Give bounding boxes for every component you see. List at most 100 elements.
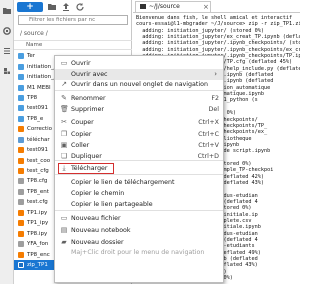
menu-separator bbox=[55, 90, 223, 91]
folder-icon bbox=[18, 115, 24, 122]
notebook-icon bbox=[18, 230, 24, 237]
new-folder-icon: ▰ bbox=[61, 238, 67, 246]
menu-separator bbox=[55, 210, 223, 211]
file-name: TP8.cfg bbox=[27, 178, 48, 185]
notebook-icon bbox=[18, 220, 24, 227]
terminal-line: cours-essai@l1-mbgrader ~/J/source> zip … bbox=[136, 21, 300, 28]
menu-item-label: Renommer bbox=[71, 95, 106, 102]
menu-item-shortcut: Del bbox=[208, 106, 219, 113]
menu-item-shortcut: Ctrl+C bbox=[198, 131, 219, 138]
folder-icon bbox=[18, 84, 24, 91]
menu-item-label: Copier le chemin bbox=[71, 190, 125, 197]
menu-item-label: Nouveau notebook bbox=[71, 227, 131, 234]
copy-icon: ❐ bbox=[60, 130, 68, 138]
folder-icon[interactable] bbox=[3, 7, 11, 15]
menu-item-dupliquer[interactable]: ❏ Dupliquer Ctrl+D bbox=[55, 151, 223, 162]
menu-item-label: Copier le lien de téléchargement bbox=[71, 179, 175, 186]
text-icon bbox=[18, 241, 24, 248]
terminal-tab[interactable]: ~/J/source × bbox=[135, 1, 211, 12]
file-path-icon bbox=[60, 190, 68, 197]
chevron-right-icon: › bbox=[214, 70, 217, 78]
menu-item-copier-le-lien-de-telechargement[interactable]: Copier le lien de téléchargement bbox=[55, 177, 223, 188]
upload-icon[interactable] bbox=[61, 2, 71, 12]
paste-icon: ▣ bbox=[60, 141, 68, 149]
menu-item-renommer[interactable]: ✎ Renommer F2 bbox=[55, 93, 223, 104]
menu-item-label: Maj+Clic droit pour le menu de navigatio… bbox=[71, 249, 205, 256]
link-icon bbox=[60, 179, 68, 186]
text-icon bbox=[18, 178, 24, 185]
file-name: YFA_fon bbox=[27, 241, 49, 248]
refresh-icon[interactable] bbox=[75, 2, 85, 12]
column-header-name[interactable]: Name bbox=[14, 40, 132, 50]
commands-icon[interactable] bbox=[3, 47, 11, 55]
menu-item-shortcut: Ctrl+D bbox=[197, 153, 219, 160]
menu-item-label: Dupliquer bbox=[71, 153, 102, 160]
menu-item-label: Ouvrir bbox=[71, 60, 91, 67]
duplicate-icon: ❏ bbox=[60, 152, 68, 160]
activity-bar bbox=[0, 0, 14, 284]
notebook-icon bbox=[18, 209, 24, 216]
terminal-tab-title: ~/J/source bbox=[149, 3, 180, 10]
new-file-icon: ▭ bbox=[60, 214, 68, 222]
extensions-icon[interactable] bbox=[3, 67, 11, 75]
menu-item-supprimer[interactable]: 🗑 Supprimer Del bbox=[55, 104, 223, 115]
new-folder-icon[interactable] bbox=[47, 2, 57, 12]
web-icon bbox=[18, 136, 24, 143]
folder-icon bbox=[18, 74, 24, 81]
notebook-icon bbox=[18, 126, 24, 133]
menu-item-maj-clic-droit-pour-le-menu-de-navigation: Maj+Clic droit pour le menu de navigatio… bbox=[55, 247, 223, 258]
menu-item-nouveau-notebook[interactable]: ▤ Nouveau notebook bbox=[55, 225, 223, 236]
menu-item-ouvrir[interactable]: ▭ Ouvrir bbox=[55, 58, 223, 69]
menu-item-copier-le-lien-partageable[interactable]: Copier le lien partageable bbox=[55, 199, 223, 210]
close-icon[interactable]: × bbox=[203, 2, 209, 12]
file-name: Correctio bbox=[27, 126, 52, 133]
breadcrumb[interactable]: / source / bbox=[20, 30, 48, 37]
menu-separator bbox=[55, 174, 223, 175]
menu-item-couper[interactable]: ✂ Couper Ctrl+X bbox=[55, 117, 223, 128]
menu-item-shortcut: F2 bbox=[211, 95, 219, 102]
folder-icon bbox=[18, 53, 24, 60]
file-browser-toolbar: + bbox=[14, 0, 132, 13]
menu-item-label: Couper bbox=[71, 119, 94, 126]
file-name: test091 bbox=[27, 147, 49, 154]
zip-icon bbox=[18, 261, 24, 268]
menu-item-label: Ouvrir avec bbox=[71, 71, 108, 78]
menu-item-label: Copier le lien partageable bbox=[71, 201, 153, 208]
menu-item-shortcut: Ctrl+V bbox=[198, 142, 219, 149]
menu-item-label: Nouveau fichier bbox=[71, 215, 121, 222]
menu-item-copier-le-chemin[interactable]: Copier le chemin bbox=[55, 188, 223, 199]
menu-item-label: Copier bbox=[71, 131, 92, 138]
file-name: M1 MEBI bbox=[27, 84, 51, 91]
menu-item-label: Coller bbox=[71, 142, 90, 149]
file-name: test_cfg bbox=[27, 168, 49, 175]
file-name: TP1_ipy bbox=[27, 220, 49, 227]
terminal-line: adding: initiation_jupyter/.ipynb_checkp… bbox=[136, 40, 300, 47]
running-icon[interactable] bbox=[3, 27, 11, 35]
folder-icon bbox=[18, 105, 24, 112]
file-name: téléchar bbox=[27, 136, 50, 143]
file-name: TP8.ipy bbox=[27, 230, 48, 237]
new-launcher-button[interactable]: + bbox=[17, 1, 43, 12]
file-name: TP1.ipy bbox=[27, 209, 48, 216]
file-name: TP8_e bbox=[27, 115, 44, 122]
trash-icon: 🗑 bbox=[60, 105, 69, 113]
menu-item-shortcut: Ctrl+X bbox=[198, 119, 219, 126]
menu-item-telecharger[interactable]: ⤓ Télécharger bbox=[55, 163, 223, 174]
notebook-icon bbox=[18, 157, 24, 164]
notebook-icon bbox=[18, 147, 24, 154]
share-icon bbox=[60, 201, 68, 208]
menu-item-copier[interactable]: ❐ Copier Ctrl+C bbox=[55, 129, 223, 140]
menu-item-label: Nouveau dossier bbox=[71, 239, 124, 246]
context-menu: ▭ Ouvrir Ouvrir avec › ↗ Ouvrir dans un nouve… bbox=[54, 55, 224, 283]
menu-item-ouvrir-dans-un-nouvel-onglet-de-navigation[interactable]: ↗ Ouvrir dans un nouvel onglet de navigat… bbox=[55, 79, 223, 90]
new-notebook-icon: ▤ bbox=[60, 226, 68, 234]
notebook-icon bbox=[18, 251, 24, 258]
external-link-icon: ↗ bbox=[61, 80, 67, 88]
folder-icon bbox=[18, 94, 24, 101]
menu-item-nouveau-fichier[interactable]: ▭ Nouveau fichier bbox=[55, 213, 223, 224]
file-name: TP8 bbox=[27, 94, 38, 101]
menu-item-coller[interactable]: ▣ Coller Ctrl+V bbox=[55, 140, 223, 151]
filter-files-input[interactable] bbox=[18, 15, 128, 25]
file-name: TP8_ent bbox=[27, 188, 49, 195]
file-name: test_coo bbox=[27, 157, 51, 164]
